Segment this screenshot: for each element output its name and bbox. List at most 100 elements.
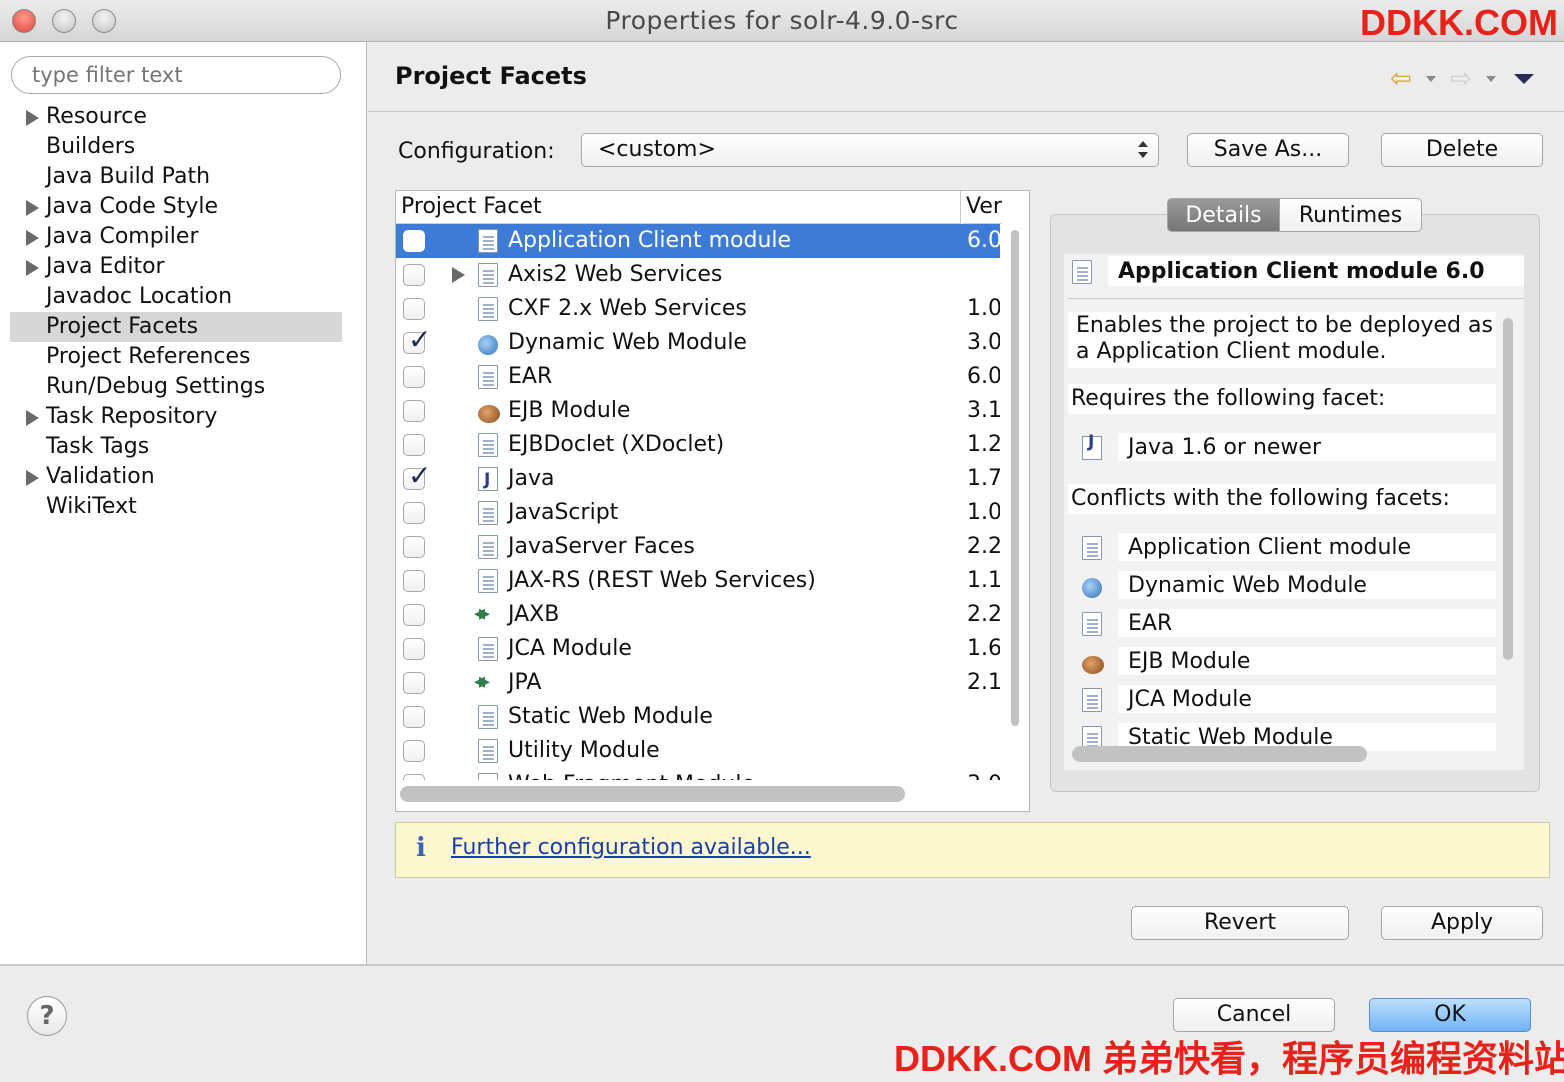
expand-triangle-icon[interactable] [26, 230, 39, 246]
facet-checkbox[interactable] [403, 502, 425, 524]
facet-row[interactable]: ✓ Java 1.7 [396, 459, 1000, 497]
help-button[interactable]: ? [27, 996, 67, 1036]
view-menu-icon[interactable] [1514, 74, 1534, 84]
scroll-thumb[interactable] [1011, 230, 1019, 726]
facet-checkbox[interactable] [403, 366, 425, 388]
expand-triangle-icon[interactable] [26, 410, 39, 426]
facet-version[interactable]: 3.0 [967, 326, 1000, 360]
facet-version[interactable]: 1.6 [967, 632, 1000, 666]
facet-row[interactable]: Axis2 Web Services [396, 258, 1000, 292]
configuration-select[interactable]: <custom> [581, 133, 1159, 167]
nav-item[interactable]: Validation [10, 462, 342, 492]
facet-rows: Application Client module 6.0 Axis2 Web Se… [396, 224, 1000, 780]
facet-row[interactable]: EJBDoclet (XDoclet) 1.2 [396, 428, 1000, 462]
expand-triangle-icon[interactable] [26, 260, 39, 276]
facet-version[interactable]: 2.1 [967, 666, 1000, 700]
facet-checkbox[interactable] [403, 604, 425, 626]
bottom-divider [0, 964, 1564, 966]
facet-version[interactable]: 1.0 [967, 496, 1000, 530]
facet-version[interactable]: 3.1 [967, 394, 1000, 428]
forward-arrow-icon[interactable]: ⇨ [1450, 66, 1472, 92]
nav-item[interactable]: Task Tags [10, 432, 342, 462]
nav-item[interactable]: Resource [10, 102, 342, 132]
facet-row[interactable]: Web Fragment Module 3.0 [396, 768, 1000, 780]
facet-row[interactable]: Utility Module [396, 734, 1000, 768]
nav-item[interactable]: Java Build Path [10, 162, 342, 192]
facet-row[interactable]: EAR 6.0 [396, 360, 1000, 394]
facet-checkbox[interactable] [403, 740, 425, 762]
facet-row[interactable]: JPA 2.1 [396, 665, 1000, 700]
tab-details[interactable]: Details [1167, 198, 1280, 232]
facet-version[interactable]: 6.0 [967, 224, 1000, 258]
nav-item[interactable]: Project Facets [10, 312, 342, 342]
facet-version[interactable]: 1.1 [967, 564, 1000, 598]
facet-checkbox[interactable] [403, 230, 425, 252]
facet-checkbox[interactable] [403, 298, 425, 320]
details-horizontal-scrollbar[interactable] [1072, 746, 1367, 762]
details-vertical-scrollbar[interactable] [1503, 318, 1513, 660]
facet-checkbox[interactable] [403, 400, 425, 422]
back-dropdown-icon[interactable] [1426, 76, 1436, 82]
facet-version[interactable]: 3.0 [967, 768, 1000, 780]
facet-checkbox[interactable] [403, 434, 425, 456]
tab-runtimes[interactable]: Runtimes [1279, 198, 1422, 232]
delete-button[interactable]: Delete [1381, 133, 1543, 167]
cancel-button[interactable]: Cancel [1173, 998, 1335, 1032]
facet-version[interactable]: 1.0 [967, 292, 1000, 326]
facet-checkbox[interactable] [403, 672, 425, 694]
facet-checkbox[interactable] [403, 570, 425, 592]
facet-version[interactable]: 2.2 [967, 530, 1000, 564]
facet-checkbox[interactable] [403, 706, 425, 728]
apply-button[interactable]: Apply [1381, 906, 1543, 940]
facet-checkbox[interactable] [403, 264, 425, 286]
save-as-button[interactable]: Save As... [1187, 133, 1349, 167]
facet-checkbox[interactable] [403, 536, 425, 558]
nav-item-label: Project Facets [46, 314, 199, 339]
expand-triangle-icon[interactable] [452, 267, 465, 283]
expand-triangle-icon[interactable] [26, 110, 39, 126]
nav-item[interactable]: WikiText [10, 492, 342, 522]
facet-checkbox[interactable]: ✓ [403, 459, 431, 492]
revert-button[interactable]: Revert [1131, 906, 1349, 940]
facet-version[interactable]: 1.2 [967, 428, 1000, 462]
facet-version[interactable]: 1.7 [967, 462, 1000, 496]
facet-row[interactable]: Static Web Module [396, 700, 1000, 734]
facet-row[interactable]: JavaServer Faces 2.2 [396, 530, 1000, 564]
nav-item[interactable]: Builders [10, 132, 342, 162]
facet-version[interactable]: 6.0 [967, 360, 1000, 394]
ok-button[interactable]: OK [1369, 998, 1531, 1032]
nav-item[interactable]: Java Editor [10, 252, 342, 282]
filter-input[interactable] [11, 56, 341, 94]
further-configuration-link[interactable]: Further configuration available... [451, 835, 811, 860]
back-arrow-icon[interactable]: ⇦ [1390, 66, 1412, 92]
column-header-facet[interactable]: Project Facet [396, 191, 961, 224]
facet-name: JavaServer Faces [508, 534, 695, 559]
facets-vertical-scrollbar[interactable] [1008, 230, 1022, 726]
facets-horizontal-scrollbar[interactable] [400, 786, 905, 802]
doc-icon [478, 637, 498, 661]
bean-icon [478, 399, 500, 423]
nav-item[interactable]: Run/Debug Settings [10, 372, 342, 402]
nav-item[interactable]: Java Code Style [10, 192, 342, 222]
expand-triangle-icon[interactable] [26, 470, 39, 486]
facet-row[interactable]: CXF 2.x Web Services 1.0 [396, 292, 1000, 326]
facet-row[interactable]: JAXB 2.2 [396, 597, 1000, 632]
facet-row[interactable]: ✓ Dynamic Web Module 3.0 [396, 323, 1000, 360]
forward-dropdown-icon[interactable] [1486, 76, 1496, 82]
facet-row[interactable]: JavaScript 1.0 [396, 496, 1000, 530]
nav-item[interactable]: Task Repository [10, 402, 342, 432]
facet-name: EAR [508, 364, 553, 389]
facet-checkbox[interactable]: ✓ [403, 323, 431, 356]
facet-row[interactable]: Application Client module 6.0 [396, 224, 1000, 258]
column-header-version[interactable]: Ver [962, 191, 1002, 224]
facet-checkbox[interactable] [403, 638, 425, 660]
nav-item[interactable]: Java Compiler [10, 222, 342, 252]
facet-version[interactable]: 2.2 [967, 598, 1000, 632]
facet-row[interactable]: JAX-RS (REST Web Services) 1.1 [396, 564, 1000, 598]
nav-item[interactable]: Javadoc Location [10, 282, 342, 312]
facet-row[interactable]: EJB Module 3.1 [396, 394, 1000, 428]
facet-row[interactable]: JCA Module 1.6 [396, 632, 1000, 666]
nav-item[interactable]: Project References [10, 342, 342, 372]
expand-triangle-icon[interactable] [26, 200, 39, 216]
facet-checkbox[interactable] [403, 774, 425, 780]
